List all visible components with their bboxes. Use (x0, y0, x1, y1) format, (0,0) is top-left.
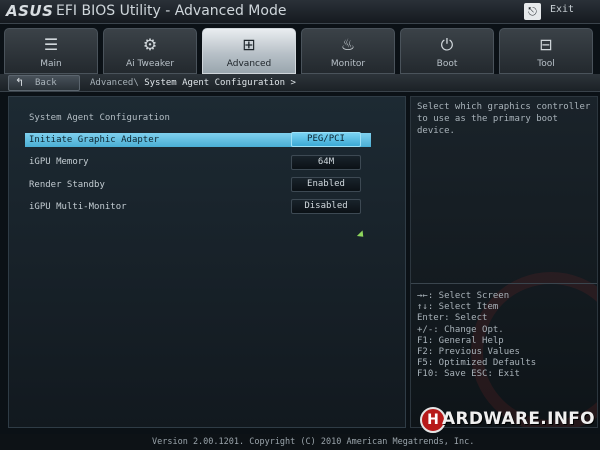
main-tabs: ☰ Main ⚙ Ai Tweaker ⊞ Advanced ♨ Monitor… (4, 28, 596, 74)
title-bar: ASUS EFI BIOS Utility - Advanced Mode ⎋ … (0, 0, 600, 24)
back-label: Back (35, 78, 57, 88)
exit-door-icon: ⎋ (524, 3, 541, 20)
key-hint: F5: Optimized Defaults (417, 358, 537, 369)
key-hint: F2: Previous Values (417, 347, 520, 358)
setting-label: Initiate Graphic Adapter (29, 135, 160, 145)
divider (411, 283, 597, 284)
breadcrumb-current: System Agent Configuration > (144, 78, 296, 88)
tweaker-icon: ⚙ (142, 35, 158, 54)
back-arrow-icon: ↰ (15, 76, 25, 89)
tab-monitor[interactable]: ♨ Monitor (301, 28, 395, 74)
settings-panel: System Agent Configuration Initiate Grap… (8, 96, 406, 428)
app-title: EFI BIOS Utility - Advanced Mode (56, 3, 287, 19)
monitor-icon: ♨ (340, 35, 356, 54)
brand-text: ARDWARE.INFO (442, 409, 595, 429)
key-hint: ↑↓: Select Item (417, 302, 499, 313)
hardware-info-logo: H ARDWARE.INFO (420, 407, 596, 433)
key-hint: +/-: Change Opt. (417, 324, 504, 335)
toolbox-icon: ⊟ (539, 35, 553, 54)
breadcrumb-bar: ↰ Back Advanced\ System Agent Configurat… (0, 74, 600, 92)
tab-ai-tweaker[interactable]: ⚙ Ai Tweaker (103, 28, 197, 74)
tab-label: Ai Tweaker (125, 59, 175, 69)
key-hint: Enter: Select (417, 313, 488, 324)
help-description: Select which graphics controller to use … (417, 102, 591, 136)
tab-label: Boot (436, 59, 458, 69)
list-icon: ☰ (43, 35, 59, 54)
power-icon: ⏻ (440, 35, 454, 54)
exit-button[interactable]: ⎋ Exit (524, 3, 594, 20)
setting-value-render-standby[interactable]: Enabled (291, 177, 361, 192)
setting-value-igpu-multi-monitor[interactable]: Disabled (291, 199, 361, 214)
tab-tool[interactable]: ⊟ Tool (499, 28, 593, 74)
tab-label: Main (40, 59, 62, 69)
setting-label: iGPU Multi-Monitor (29, 202, 127, 212)
setting-label: Render Standby (29, 180, 105, 190)
exit-label: Exit (550, 4, 575, 15)
breadcrumb: Advanced\ System Agent Configuration > (90, 78, 296, 88)
footer: Version 2.00.1201. Copyright (C) 2010 Am… (0, 434, 600, 450)
key-hint: F1: General Help (417, 335, 504, 346)
tab-label: Advanced (226, 59, 272, 69)
tab-label: Tool (537, 59, 555, 69)
back-button[interactable]: ↰ Back (8, 75, 80, 91)
help-panel: Select which graphics controller to use … (410, 96, 598, 428)
setting-label: iGPU Memory (29, 157, 89, 167)
key-hint: →←: Select Screen (417, 291, 510, 301)
copyright-text: Version 2.00.1201. Copyright (C) 2010 Am… (152, 437, 475, 447)
tab-advanced[interactable]: ⊞ Advanced (202, 28, 296, 74)
key-hint: F10: Save ESC: Exit (417, 369, 520, 380)
tab-boot[interactable]: ⏻ Boot (400, 28, 494, 74)
setting-value-igpu-memory[interactable]: 64M (291, 155, 361, 170)
section-title: System Agent Configuration (29, 113, 170, 123)
breadcrumb-parent[interactable]: Advanced\ (90, 78, 139, 88)
tab-label: Monitor (330, 59, 366, 69)
tab-main[interactable]: ☰ Main (4, 28, 98, 74)
advanced-icon: ⊞ (242, 35, 256, 54)
key-legend: →←: Select Screen ↑↓: Select Item Enter:… (417, 291, 536, 381)
asus-logo: ASUS (6, 2, 54, 20)
setting-value-initiate-graphic-adapter[interactable]: PEG/PCI (291, 132, 361, 147)
mouse-pointer-icon (356, 230, 367, 240)
